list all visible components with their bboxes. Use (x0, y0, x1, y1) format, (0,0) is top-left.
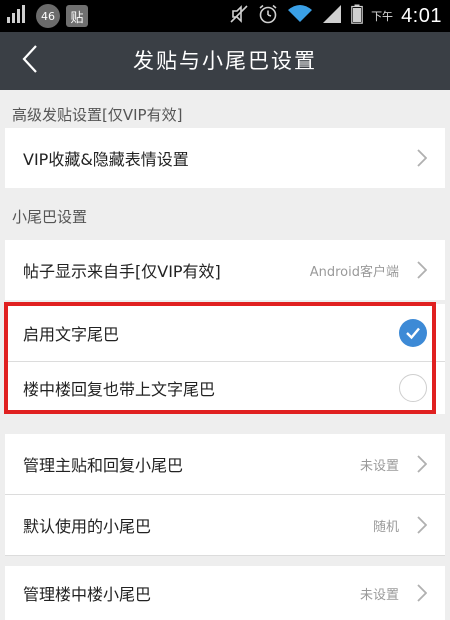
floor-reply-tail-row[interactable]: 楼中楼回复也带上文字尾巴 (5, 362, 445, 414)
battery-icon (351, 4, 363, 28)
alarm-icon (257, 3, 279, 29)
tieba-notification-icon: 贴 (66, 5, 88, 27)
clock: 4:01 (401, 4, 442, 27)
row-label: 默认使用的小尾巴 (23, 517, 152, 536)
section-label-advanced: 高级发贴设置[仅VIP有效] (12, 106, 183, 124)
divider (5, 555, 445, 556)
notification-badge-icon: 46 (36, 4, 60, 28)
row-label: VIP收藏&隐藏表情设置 (23, 150, 189, 169)
row-value: 未设置 (359, 458, 399, 474)
title-bar: 发贴与小尾巴设置 (0, 32, 450, 90)
row-label: 管理主贴和回复小尾巴 (23, 456, 184, 475)
row-value: Android客户端 (309, 264, 399, 280)
enable-text-tail-row[interactable]: 启用文字尾巴 (5, 304, 445, 361)
mobile-signal-icon (321, 4, 343, 28)
chevron-right-icon (417, 455, 427, 473)
section-label-tail: 小尾巴设置 (12, 208, 88, 226)
wifi-signal-icon (6, 4, 30, 28)
chevron-right-icon (417, 261, 427, 279)
manage-main-tail-row[interactable]: 管理主贴和回复小尾巴 未设置 (5, 434, 445, 494)
status-bar: 46 贴 下午 4:01 (0, 0, 450, 32)
floor-reply-tail-checkbox[interactable] (399, 374, 427, 402)
wifi-icon (287, 4, 313, 28)
row-label: 管理楼中楼小尾巴 (23, 585, 152, 604)
chevron-right-icon (417, 584, 427, 602)
chevron-right-icon (417, 149, 427, 167)
row-value: 未设置 (359, 587, 399, 603)
status-bar-left: 46 贴 (6, 4, 88, 28)
time-period: 下午 (371, 10, 394, 23)
manage-floor-tail-row[interactable]: 管理楼中楼小尾巴 未设置 (5, 566, 445, 620)
default-tail-row[interactable]: 默认使用的小尾巴 随机 (5, 495, 445, 555)
vip-favorites-row[interactable]: VIP收藏&隐藏表情设置 (5, 128, 445, 188)
page-title: 发贴与小尾巴设置 (133, 49, 317, 73)
chevron-right-icon (417, 516, 427, 534)
status-bar-right: 下午 4:01 (229, 2, 442, 30)
post-source-row[interactable]: 帖子显示来自手[仅VIP有效] Android客户端 (5, 240, 445, 300)
row-value: 随机 (372, 519, 399, 535)
mute-icon (229, 4, 249, 28)
row-label: 帖子显示来自手[仅VIP有效] (23, 262, 221, 281)
row-label: 启用文字尾巴 (23, 324, 120, 344)
enable-text-tail-checkbox[interactable] (399, 318, 427, 347)
checkmark-icon (406, 327, 420, 339)
row-label: 楼中楼回复也带上文字尾巴 (23, 380, 216, 399)
